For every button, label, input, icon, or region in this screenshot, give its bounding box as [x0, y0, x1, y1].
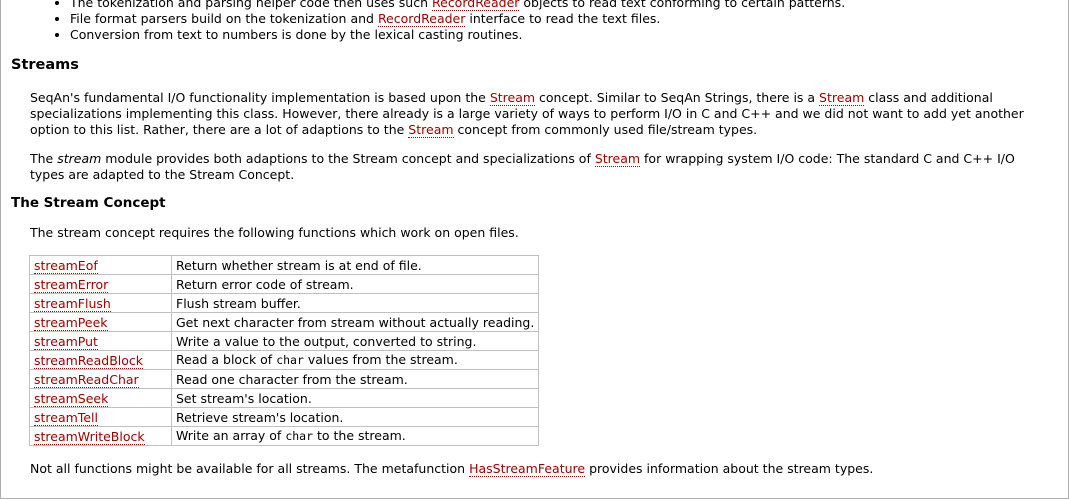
table-row: streamSeek Set stream's location. — [29, 388, 540, 408]
stream-module-paragraph: The stream module provides both adaption… — [30, 151, 1015, 182]
doc-content: The tokenization and parsing helper code… — [0, 0, 1069, 477]
code-keyword: char — [276, 353, 304, 367]
table-row: streamReadChar Read one character from th… — [29, 369, 540, 389]
function-name-cell: streamWriteBlock — [29, 426, 172, 446]
function-description-cell: Get next character from stream without a… — [170, 312, 540, 332]
function-name-cell: streamReadBlock — [29, 350, 172, 370]
function-name-cell: streamEof — [29, 255, 172, 275]
table-row: streamWriteBlock Write an array of char t… — [29, 426, 540, 446]
function-name-cell: streamError — [29, 274, 172, 294]
table-row: streamPut Write a value to the output, co… — [29, 331, 540, 351]
stream-link[interactable]: Stream — [819, 90, 865, 106]
table-row: streamReadBlock Read a block of char valu… — [29, 350, 540, 370]
stream-concept-intro: The stream concept requires the followin… — [30, 225, 519, 240]
list-item: Conversion from text to numbers is done … — [70, 27, 1069, 43]
function-link[interactable]: streamTell — [34, 409, 98, 426]
table-row: streamPeek Get next character from stream… — [29, 312, 540, 332]
stream-link[interactable]: Stream — [489, 90, 536, 106]
streams-heading: Streams — [11, 57, 79, 73]
table-row: streamTell Retrieve stream's location. — [29, 407, 540, 427]
function-description-cell: Read a block of char values from the str… — [170, 350, 540, 370]
table-row: streamFlush Flush stream buffer. — [29, 293, 540, 313]
stream-link[interactable]: Stream — [408, 122, 454, 138]
list-item: The tokenization and parsing helper code… — [70, 0, 1069, 11]
function-description-cell: Read one character from the stream. — [170, 369, 540, 389]
has-stream-feature-link[interactable]: HasStreamFeature — [469, 461, 586, 477]
function-description-cell: Flush stream buffer. — [170, 293, 540, 313]
function-description-cell: Return error code of stream. — [170, 274, 540, 294]
function-link[interactable]: streamPeek — [34, 314, 108, 331]
function-name-cell: streamTell — [29, 407, 172, 427]
function-link[interactable]: streamFlush — [34, 295, 111, 312]
function-description-cell: Write a value to the output, converted t… — [170, 331, 540, 351]
stream-functions-table: streamEof Return whether stream is at end… — [29, 255, 540, 446]
stream-concept-heading: The Stream Concept — [11, 195, 166, 211]
list-item: File format parsers build on the tokeniz… — [70, 11, 1069, 27]
table-row: streamError Return error code of stream. — [29, 274, 540, 294]
io-layer-list: The tokenization and parsing helper code… — [0, 0, 1069, 43]
function-description-cell: Write an array of char to the stream. — [170, 426, 540, 446]
function-link[interactable]: streamEof — [34, 257, 98, 274]
function-name-cell: streamSeek — [29, 388, 172, 408]
function-description-cell: Return whether stream is at end of file. — [170, 255, 540, 275]
function-link[interactable]: streamReadBlock — [34, 352, 144, 369]
stream-feature-paragraph: Not all functions might be available for… — [30, 461, 874, 477]
table-row: streamEof Return whether stream is at end… — [29, 255, 540, 275]
function-link[interactable]: streamPut — [34, 333, 98, 350]
code-keyword: char — [285, 429, 314, 443]
stream-link[interactable]: Stream — [594, 151, 641, 167]
function-link[interactable]: streamWriteBlock — [34, 428, 145, 445]
record-reader-link[interactable]: RecordReader — [377, 11, 466, 27]
function-link[interactable]: streamReadChar — [34, 371, 139, 388]
function-name-cell: streamPeek — [29, 312, 172, 332]
function-description-cell: Set stream's location. — [170, 388, 540, 408]
function-name-cell: streamReadChar — [29, 369, 172, 389]
function-name-cell: streamPut — [29, 331, 172, 351]
function-name-cell: streamFlush — [29, 293, 172, 313]
record-reader-link[interactable]: RecordReader — [432, 0, 520, 11]
function-link[interactable]: streamSeek — [34, 390, 109, 407]
streams-paragraph: SeqAn's fundamental I/O functionality im… — [30, 90, 1024, 138]
function-description-cell: Retrieve stream's location. — [170, 407, 540, 427]
function-link[interactable]: streamError — [34, 276, 109, 293]
